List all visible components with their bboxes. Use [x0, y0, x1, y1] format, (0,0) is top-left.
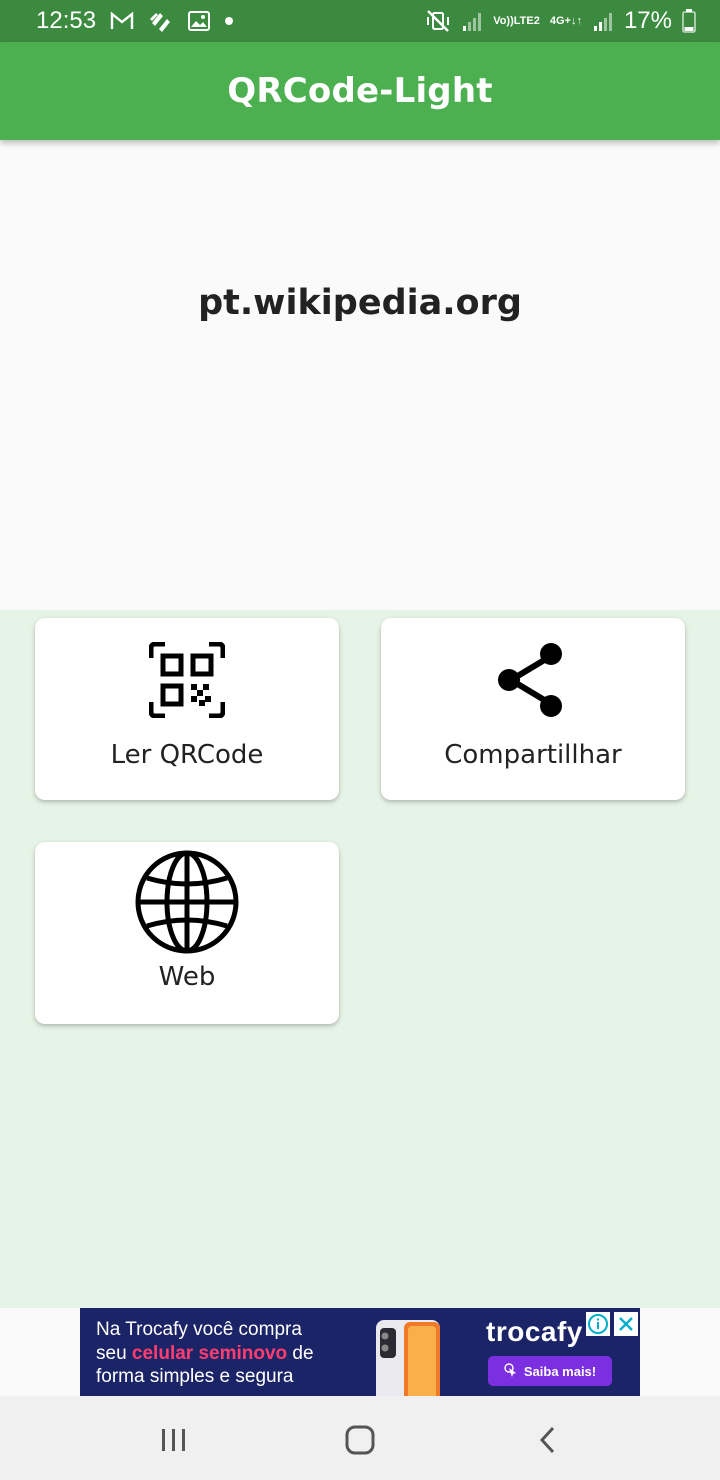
ad-text: Na Trocafy você compra seu celular semin… — [96, 1318, 314, 1389]
back-icon[interactable] — [528, 1420, 568, 1460]
actions-area: Ler QRCode Compartillhar Web — [0, 610, 720, 1308]
phone-image — [374, 1316, 446, 1396]
scanned-result-text: pt.wikipedia.org — [198, 283, 522, 323]
signal-icon — [592, 10, 614, 32]
signal-icon — [461, 10, 483, 32]
ad-info-icon[interactable] — [586, 1312, 610, 1336]
status-right: Vo)) LTE2 4G+ ↓↑ 17% — [425, 7, 696, 35]
ad-cta-button[interactable]: Saiba mais! — [488, 1356, 612, 1386]
web-label: Web — [158, 962, 216, 992]
battery-percent: 17% — [623, 7, 672, 34]
volte-label-bottom: LTE2 — [513, 15, 540, 27]
app-title: QRCode-Light — [227, 71, 493, 111]
result-area: pt.wikipedia.org — [0, 140, 720, 610]
dot-icon — [224, 16, 234, 26]
ad-highlight: celular seminovo — [131, 1342, 288, 1364]
ad-line-1: Na Trocafy você compra — [96, 1319, 302, 1340]
ad-line-2-suffix: de — [287, 1342, 314, 1364]
network-label: 4G+ — [549, 15, 571, 27]
ad-close-icon[interactable] — [614, 1312, 638, 1336]
ad-line-2-prefix: seu — [96, 1342, 132, 1364]
ad-cta-label: Saiba mais! — [523, 1363, 597, 1379]
home-icon[interactable] — [340, 1420, 380, 1460]
status-bar: 12:53 Vo)) LTE2 4G+ ↓↑ 17% — [0, 0, 720, 42]
status-time: 12:53 — [36, 7, 97, 34]
nav-bar — [0, 1396, 720, 1480]
status-left: 12:53 — [36, 7, 234, 35]
battery-icon — [682, 9, 696, 33]
read-qrcode-label: Ler QRCode — [110, 740, 264, 770]
mute-vibrate-icon — [425, 9, 451, 33]
volte-label-top: Vo)) — [493, 15, 514, 27]
ad-banner[interactable]: Na Trocafy você compra seu celular semin… — [80, 1308, 640, 1396]
qr-scan-icon — [149, 642, 225, 718]
share-button[interactable]: Compartillhar — [381, 618, 685, 800]
network-indicator: 4G+ ↓↑ — [549, 15, 582, 27]
ad-strip: Na Trocafy você compra seu celular semin… — [0, 1308, 720, 1396]
recent-apps-icon[interactable] — [154, 1420, 194, 1460]
share-label: Compartillhar — [444, 740, 622, 770]
pointer-hand-icon — [504, 1362, 518, 1380]
web-button[interactable]: Web — [35, 842, 339, 1024]
data-arrows-icon: ↓↑ — [570, 15, 582, 27]
ad-line-2: seu celular seminovo de — [96, 1342, 314, 1366]
ad-brand: trocafy — [486, 1316, 583, 1347]
ad-line-3: forma simples e segura — [96, 1366, 294, 1387]
volte-indicator: Vo)) LTE2 — [493, 15, 540, 27]
read-qrcode-button[interactable]: Ler QRCode — [35, 618, 339, 800]
gallery-icon — [188, 11, 211, 31]
globe-icon — [135, 850, 239, 954]
app-bar: QRCode-Light — [0, 42, 720, 140]
app-notification-icon — [148, 9, 174, 33]
gmail-icon — [110, 11, 134, 31]
screen: 12:53 Vo)) LTE2 4G+ ↓↑ 17% QRCode-Light … — [0, 0, 720, 1480]
share-icon — [495, 642, 571, 718]
